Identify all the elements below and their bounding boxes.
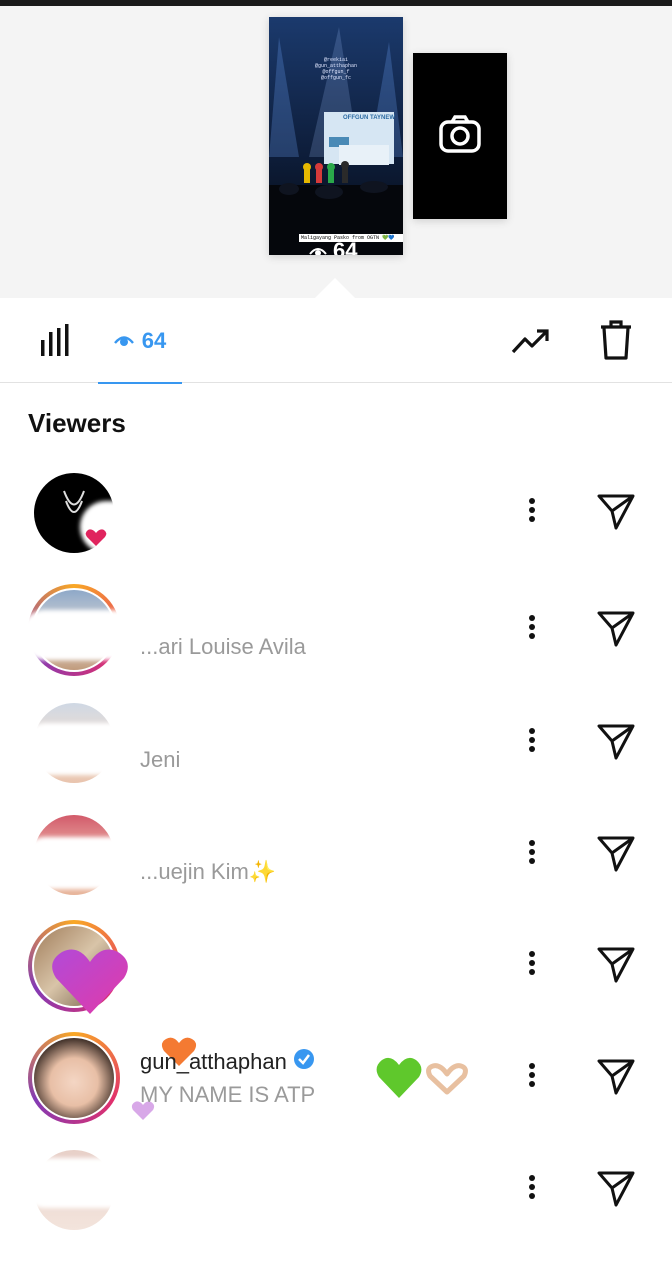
paper-plane-icon	[596, 947, 636, 988]
paper-plane-icon	[596, 836, 636, 877]
paper-plane-icon	[596, 494, 636, 535]
redaction	[20, 723, 150, 775]
redaction	[20, 610, 150, 660]
more-dots-icon	[520, 615, 544, 639]
more-dots-icon	[520, 728, 544, 752]
more-dots-icon	[520, 840, 544, 864]
story-thumbnail[interactable]: OFFGUN TAYNEW @reekiai @gun_atthaphan @o…	[269, 17, 403, 255]
delete-button[interactable]	[598, 319, 634, 366]
story-views-number: 64	[333, 238, 358, 255]
camera-icon	[438, 114, 482, 159]
green-heart-icon	[374, 1056, 424, 1105]
concert-photo: OFFGUN TAYNEW	[269, 17, 403, 255]
paper-plane-icon	[596, 1171, 636, 1212]
selected-story-pointer	[315, 278, 355, 298]
more-dots-icon	[520, 1063, 544, 1087]
viewer-full-name: ...uejin Kim✨	[140, 859, 277, 884]
verified-badge-icon	[293, 1048, 315, 1076]
story-view-count: 64	[309, 238, 357, 255]
more-options-button[interactable]	[520, 495, 544, 531]
eye-icon	[309, 238, 327, 255]
more-options-button[interactable]	[520, 948, 544, 984]
viewer-username: gun_atthaphan	[140, 1048, 315, 1076]
viewer-row[interactable]: gun_atthaphan MY NAME IS ATP	[0, 1032, 672, 1150]
send-message-button[interactable]	[596, 610, 636, 653]
send-message-button[interactable]	[596, 835, 636, 878]
viewer-count: 64	[141, 328, 167, 353]
more-options-button[interactable]	[520, 1172, 544, 1208]
story-mentions: @reekiai @gun_atthaphan @offgun_f @offgu…	[269, 57, 403, 81]
viewer-full-name: MY NAME IS ATP	[140, 1082, 316, 1107]
trending-up-icon	[510, 329, 552, 362]
paper-plane-icon	[596, 611, 636, 652]
avatar[interactable]	[34, 1038, 114, 1118]
trash-icon	[598, 320, 634, 365]
eye-icon	[113, 328, 134, 354]
more-options-button[interactable]	[520, 837, 544, 873]
more-options-button[interactable]	[520, 612, 544, 648]
promote-button[interactable]	[510, 322, 552, 363]
insights-tab[interactable]	[38, 324, 72, 361]
heart-icon	[84, 528, 108, 553]
viewers-tab[interactable]: 64	[98, 300, 182, 384]
viewer-full-name: ...ari Louise Avila	[140, 634, 306, 659]
viewer-row[interactable]	[0, 473, 672, 585]
send-message-button[interactable]	[596, 1170, 636, 1213]
viewer-row[interactable]: ...uejin Kim✨	[0, 815, 672, 927]
paper-plane-icon	[596, 724, 636, 765]
send-message-button[interactable]	[596, 493, 636, 536]
send-message-button[interactable]	[596, 723, 636, 766]
viewer-row[interactable]	[0, 1150, 672, 1262]
more-dots-icon	[520, 1175, 544, 1199]
viewer-row[interactable]: Jeni	[0, 703, 672, 815]
viewer-row[interactable]	[0, 920, 672, 1038]
more-options-button[interactable]	[520, 1060, 544, 1096]
more-options-button[interactable]	[520, 725, 544, 761]
purple-heart-icon	[48, 946, 132, 1023]
more-dots-icon	[520, 498, 544, 522]
mention-line: @offgun_fc	[320, 75, 351, 81]
paper-plane-icon	[596, 1059, 636, 1100]
viewer-full-name: Jeni	[140, 747, 181, 772]
stage-text: OFFGUN TAYNEW	[343, 115, 395, 121]
more-dots-icon	[520, 951, 544, 975]
viewers-heading: Viewers	[28, 408, 126, 438]
send-message-button[interactable]	[596, 946, 636, 989]
heart-hands-icon	[422, 1062, 472, 1101]
username-text: gun_atthaphan	[140, 1049, 287, 1074]
viewer-row[interactable]: ...ari Louise Avila	[0, 584, 672, 702]
bar-chart-icon	[38, 324, 72, 360]
add-story-camera-card[interactable]	[413, 53, 507, 219]
redaction	[20, 1158, 150, 1208]
send-message-button[interactable]	[596, 1058, 636, 1101]
